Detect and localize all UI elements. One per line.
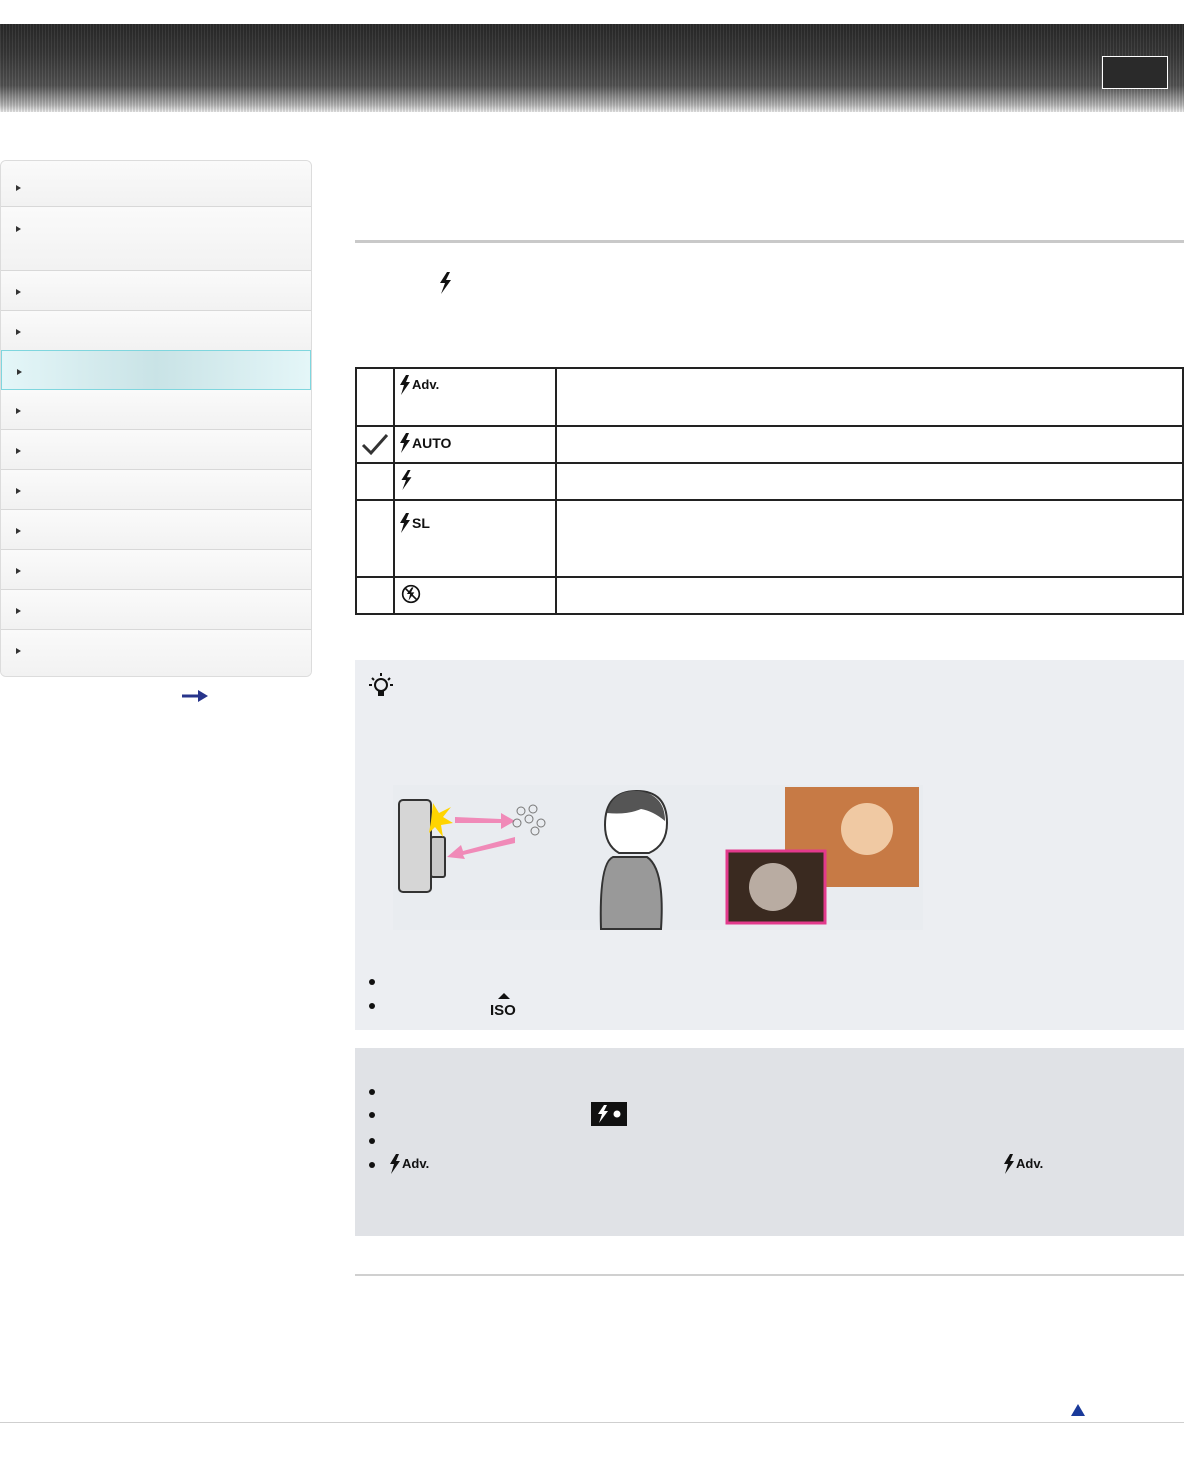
footer-divider [0, 1422, 1184, 1423]
bullet-icon [369, 1162, 375, 1168]
mode-icon-cell: AUTO [393, 425, 557, 464]
iso-icon: ISO [490, 993, 516, 1017]
chevron-right-icon [16, 528, 21, 534]
flash-charging-icon [591, 1102, 627, 1126]
selection-cell [355, 425, 395, 464]
bullet-icon [369, 979, 375, 985]
flash-slow-sync-icon: SL [400, 513, 430, 533]
svg-text:ISO: ISO [490, 1002, 516, 1017]
chevron-right-icon [16, 648, 21, 654]
mode-description [557, 427, 1182, 439]
mode-icon-cell: SL [393, 499, 557, 578]
sidebar-item-1[interactable] [1, 161, 311, 207]
svg-text:SL: SL [412, 515, 430, 531]
sidebar-item-9[interactable] [1, 510, 311, 550]
chevron-right-icon [16, 289, 21, 295]
table-row[interactable] [355, 462, 1184, 501]
title-divider [355, 240, 1184, 243]
flash-mode-table: Adv. AUTO SL [355, 367, 1184, 615]
checkmark-icon [361, 434, 389, 456]
note-box: Adv. Adv. [355, 1048, 1184, 1236]
flash-off-icon [401, 584, 421, 604]
hint-box: ISO [355, 660, 1184, 1030]
back-to-top-icon[interactable] [1071, 1404, 1085, 1416]
sidebar-item-2[interactable] [1, 207, 311, 271]
mode-description-cell [555, 367, 1184, 427]
table-row[interactable]: SL [355, 499, 1184, 578]
svg-text:Adv.: Adv. [402, 1156, 429, 1171]
lightbulb-icon [369, 673, 393, 696]
bullet-icon [369, 1112, 375, 1118]
chevron-right-icon [16, 226, 21, 232]
flash-icon [440, 272, 451, 294]
mode-description-cell [555, 425, 1184, 464]
bullet-icon [369, 1089, 375, 1095]
selection-cell [355, 367, 395, 427]
sidebar-nav [0, 160, 312, 677]
flash-auto-icon: AUTO [400, 433, 452, 453]
sidebar-item-8[interactable] [1, 470, 311, 510]
chevron-right-icon [16, 408, 21, 414]
sidebar-item-5-active[interactable] [1, 350, 311, 390]
svg-text:Adv.: Adv. [1016, 1156, 1043, 1171]
mode-description [557, 464, 1182, 476]
chevron-right-icon [16, 448, 21, 454]
chevron-right-icon [16, 185, 21, 191]
flash-advanced-icon: Adv. [400, 375, 439, 395]
mode-icon-cell [393, 462, 557, 501]
sidebar-item-6[interactable] [1, 390, 311, 430]
flash-advanced-icon: Adv. [1004, 1154, 1043, 1174]
mode-description-cell [555, 576, 1184, 615]
table-row[interactable]: Adv. [355, 367, 1184, 427]
mode-description [557, 369, 1182, 381]
mode-icon-cell [393, 576, 557, 615]
mode-description-cell [555, 462, 1184, 501]
sidebar-item-3[interactable] [1, 271, 311, 311]
arrow-right-icon[interactable] [182, 690, 208, 702]
mode-description [557, 578, 1182, 590]
selection-cell [355, 499, 395, 578]
table-row[interactable]: AUTO [355, 425, 1184, 464]
svg-text:AUTO: AUTO [412, 435, 452, 451]
chevron-right-icon [16, 568, 21, 574]
flash-on-icon [401, 470, 412, 490]
sidebar-item-7[interactable] [1, 430, 311, 470]
table-row[interactable] [355, 576, 1184, 615]
mode-description [557, 501, 1182, 513]
chevron-right-icon [16, 608, 21, 614]
flash-advanced-icon: Adv. [390, 1154, 429, 1174]
sidebar-item-11[interactable] [1, 590, 311, 630]
bullet-icon [369, 1003, 375, 1009]
header-banner [0, 24, 1184, 112]
chevron-right-icon [17, 369, 22, 375]
flash-orb-illustration [393, 785, 923, 930]
bullet-icon [369, 1138, 375, 1144]
chevron-right-icon [16, 329, 21, 335]
header-button[interactable] [1102, 56, 1168, 89]
content-divider [355, 1274, 1184, 1276]
sidebar-item-12[interactable] [1, 630, 311, 676]
svg-text:Adv.: Adv. [412, 377, 439, 392]
selection-cell [355, 576, 395, 615]
mode-description-cell [555, 499, 1184, 578]
sidebar-item-10[interactable] [1, 550, 311, 590]
selection-cell [355, 462, 395, 501]
mode-icon-cell: Adv. [393, 367, 557, 427]
chevron-right-icon [16, 488, 21, 494]
sidebar-item-4[interactable] [1, 311, 311, 351]
